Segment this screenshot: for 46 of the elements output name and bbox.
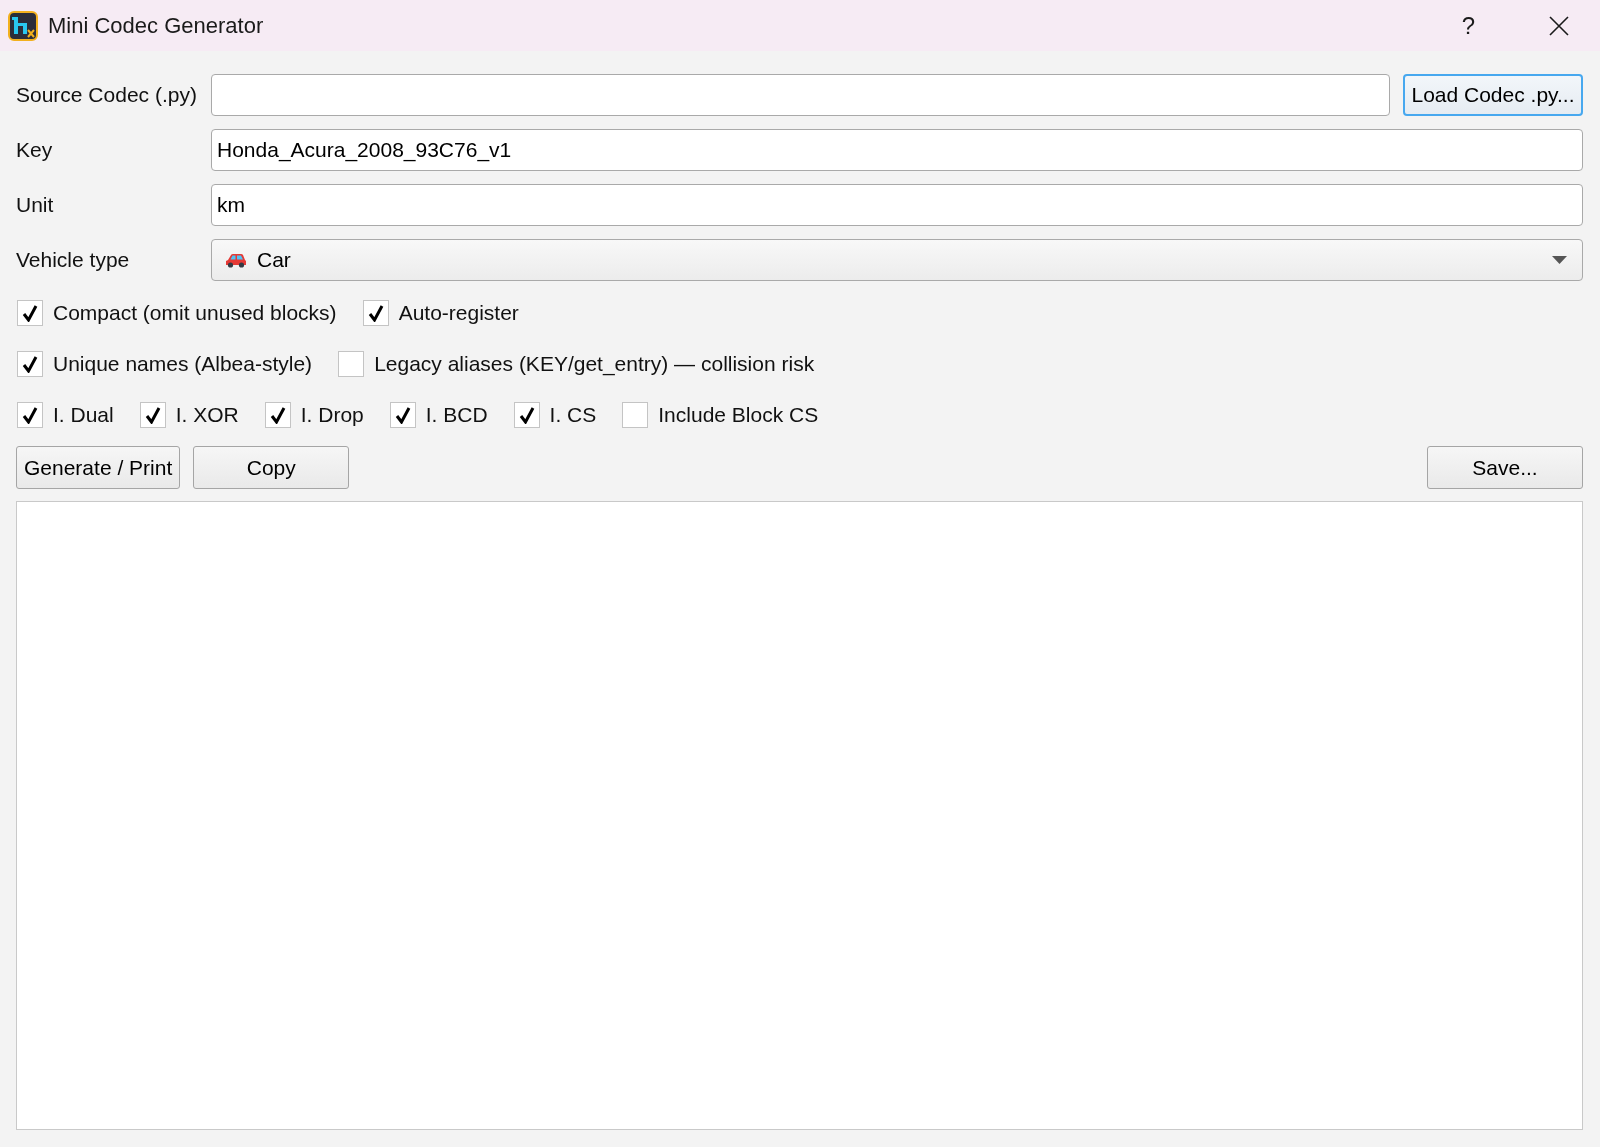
checkbox-label[interactable]: I. Drop xyxy=(300,403,364,427)
checkbox-label[interactable]: Auto-register xyxy=(398,301,519,325)
checkbox[interactable] xyxy=(389,402,416,428)
checkbox-label[interactable]: Compact (omit unused blocks) xyxy=(53,301,337,325)
check-icon xyxy=(22,304,38,322)
checkbox-label[interactable]: I. BCD xyxy=(425,403,488,427)
caret-icon xyxy=(1552,256,1567,264)
checkbox-label[interactable]: I. CS xyxy=(549,403,597,427)
checkbox[interactable] xyxy=(622,402,649,428)
checkbox[interactable] xyxy=(362,300,389,326)
load-codec-button[interactable]: Load Codec .py... xyxy=(1403,74,1583,116)
window-title: Mini Codec Generator xyxy=(48,12,264,39)
check-icon xyxy=(367,304,384,322)
close-icon[interactable] xyxy=(1549,15,1569,36)
text-field[interactable]: km xyxy=(211,184,1583,226)
field-label: Vehicle type xyxy=(16,248,131,272)
vehicle-type-dropdown[interactable]: Car xyxy=(211,239,1583,281)
checkbox[interactable] xyxy=(17,351,43,377)
action-button[interactable]: Copy xyxy=(193,446,350,489)
check-icon xyxy=(144,406,161,424)
field-label: Key xyxy=(16,138,54,162)
help-button[interactable]: ? xyxy=(1461,13,1475,38)
checkbox[interactable] xyxy=(17,300,43,326)
check-icon xyxy=(518,406,535,424)
action-button[interactable]: Generate / Print xyxy=(16,446,181,489)
file-path-field[interactable] xyxy=(211,74,1390,116)
check-icon xyxy=(394,406,411,424)
check-icon xyxy=(269,406,286,424)
checkbox[interactable] xyxy=(338,351,365,377)
checkbox[interactable] xyxy=(17,402,43,428)
save-button[interactable]: Save... xyxy=(1427,446,1583,489)
checkbox[interactable] xyxy=(513,402,540,428)
field-label: Unit xyxy=(16,193,55,217)
checkbox[interactable] xyxy=(264,402,291,428)
field-label: Source Codec (.py) xyxy=(16,83,198,107)
check-icon xyxy=(22,406,38,424)
checkbox-label[interactable]: Unique names (Albea-style) xyxy=(53,352,313,376)
checkbox-label[interactable]: I. XOR xyxy=(175,403,239,427)
text-field[interactable]: Honda_Acura_2008_93C76_v1 xyxy=(211,129,1583,171)
car-icon xyxy=(225,252,247,268)
check-icon xyxy=(22,355,38,373)
checkbox[interactable] xyxy=(139,402,166,428)
checkbox-label[interactable]: I. Dual xyxy=(53,403,114,427)
checkbox-label[interactable]: Include Block CS xyxy=(658,403,819,427)
checkbox-label[interactable]: Legacy aliases (KEY/get_entry) — collision risk xyxy=(374,352,815,376)
app-icon xyxy=(8,10,38,41)
